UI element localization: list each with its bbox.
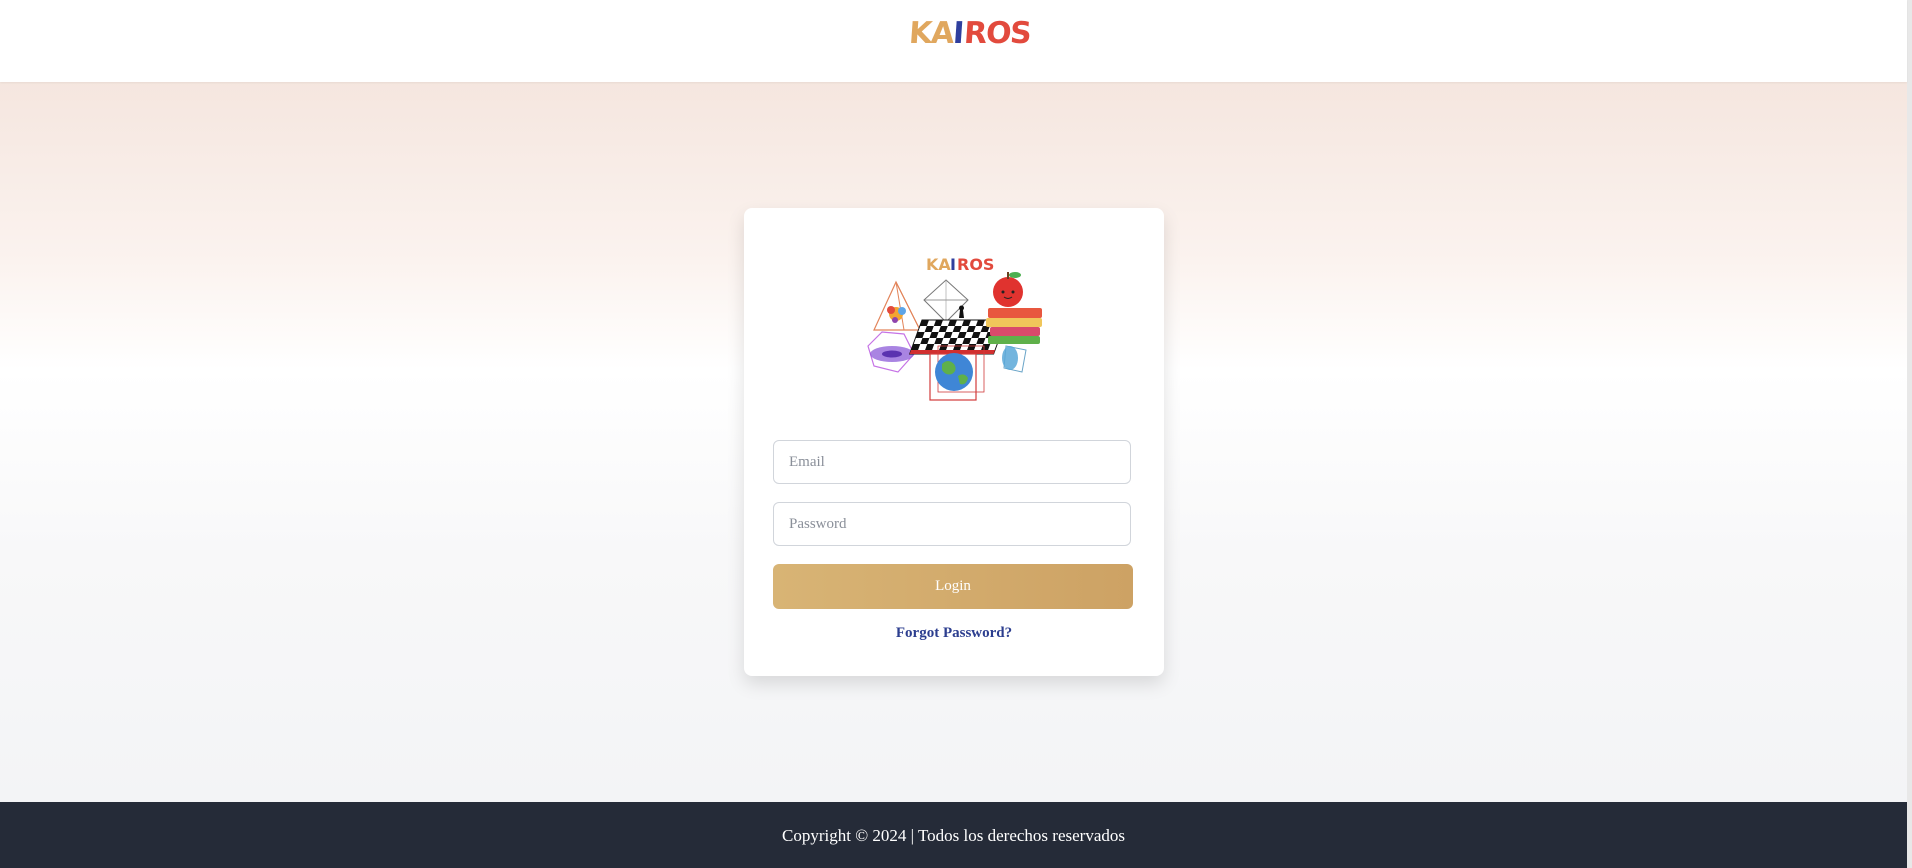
login-button[interactable]: Login bbox=[773, 564, 1133, 609]
kairos-logo-illustration-icon: KA I ROS bbox=[867, 255, 1042, 401]
page: KAIROS KA I ROS Email Login Forgot Passw… bbox=[0, 0, 1907, 868]
top-header: KAIROS bbox=[0, 0, 1907, 82]
svg-text:I: I bbox=[950, 255, 956, 274]
svg-text:ROS: ROS bbox=[957, 255, 994, 274]
password-field[interactable] bbox=[773, 502, 1131, 546]
brand-letter: K bbox=[907, 16, 933, 51]
email-field[interactable] bbox=[773, 440, 1131, 484]
scrollbar[interactable] bbox=[1907, 0, 1912, 868]
main-area: KA I ROS Email Login Forgot Password? bbox=[0, 82, 1907, 802]
footer: Copyright © 2024 | Todos los derechos re… bbox=[0, 802, 1907, 868]
brand-logo[interactable]: KAIROS bbox=[907, 14, 1032, 54]
copyright-text: Copyright © 2024 | Todos los derechos re… bbox=[782, 826, 1125, 845]
login-card: KA I ROS Email Login Forgot Password? bbox=[744, 208, 1164, 676]
svg-text:KA: KA bbox=[926, 255, 951, 274]
forgot-password-link[interactable]: Forgot Password? bbox=[744, 625, 1164, 642]
brand-letter: R bbox=[962, 16, 988, 51]
brand-letter: O bbox=[984, 16, 1012, 51]
brand-letter: S bbox=[1009, 16, 1033, 51]
